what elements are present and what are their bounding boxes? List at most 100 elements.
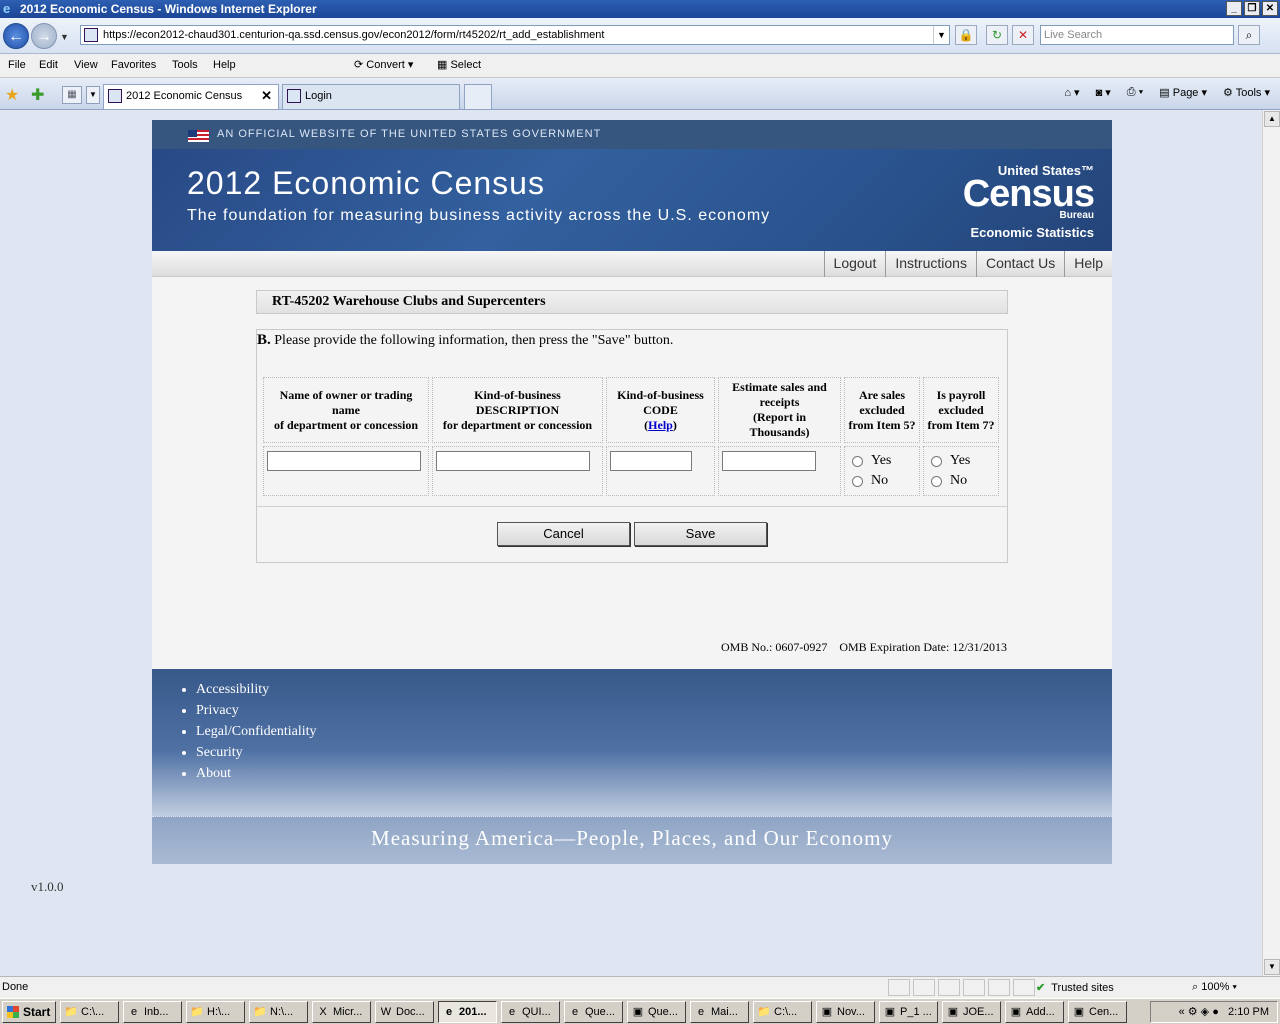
zoom-label: 100% — [1201, 981, 1230, 993]
footer-link-accessibility[interactable]: Accessibility — [196, 679, 317, 700]
sales-excluded-yes[interactable]: Yes — [848, 451, 916, 471]
page-menu[interactable]: ▤ Page ▾ — [1159, 86, 1207, 99]
close-tab-icon[interactable]: ✕ — [261, 85, 272, 107]
print-icon[interactable]: ⎙ ▾ — [1127, 86, 1143, 99]
owner-name-input[interactable] — [267, 451, 421, 471]
menu-help[interactable]: Help — [213, 59, 236, 71]
footer-link-security[interactable]: Security — [196, 742, 317, 763]
payroll-excluded-yes[interactable]: Yes — [927, 451, 995, 471]
convert-button[interactable]: ⟳ Convert ▾ — [354, 58, 413, 71]
taskbar-item[interactable]: ▣ Add... — [1005, 1000, 1064, 1023]
nav-help[interactable]: Help — [1064, 251, 1112, 277]
scroll-up-icon[interactable]: ▲ — [1264, 111, 1280, 127]
col-sales: Estimate sales and receipts (Report in T… — [718, 377, 841, 443]
menu-favorites[interactable]: Favorites — [111, 59, 156, 71]
col-header-text: from Item 5? — [848, 417, 916, 432]
radio-icon[interactable] — [931, 475, 942, 487]
forward-button[interactable]: → — [31, 23, 57, 49]
word-icon: W — [380, 1005, 392, 1018]
stop-button[interactable]: ✕ — [1012, 25, 1034, 45]
section-letter: B. — [257, 332, 271, 348]
taskbar-item[interactable]: 📁 H:\... — [186, 1000, 245, 1023]
census-bureau-logo: United States™ Census Bureau Economic St… — [963, 163, 1095, 240]
footer-link-privacy[interactable]: Privacy — [196, 700, 317, 721]
omb-expiration: OMB Expiration Date: 12/31/2013 — [839, 640, 1007, 654]
convert-label: Convert — [366, 59, 405, 71]
nav-instructions[interactable]: Instructions — [885, 251, 976, 277]
new-tab-button[interactable] — [464, 84, 492, 109]
menu-edit[interactable]: Edit — [39, 59, 58, 71]
search-go-button[interactable]: ⌕ — [1238, 25, 1260, 45]
taskbar-item[interactable]: ▣ JOE... — [942, 1000, 1001, 1023]
taskbar-item[interactable]: ▣ Nov... — [816, 1000, 875, 1023]
footer-link-about[interactable]: About — [196, 763, 317, 784]
status-pane — [963, 979, 985, 996]
taskbar-item[interactable]: W Doc... — [375, 1000, 434, 1023]
taskbar-item[interactable]: X Micr... — [312, 1000, 371, 1023]
lock-icon[interactable]: 🔒 — [955, 25, 977, 45]
taskbar-item-label: Micr... — [333, 1005, 363, 1018]
tools-menu[interactable]: ⚙ Tools ▾ — [1223, 86, 1270, 99]
radio-icon[interactable] — [852, 455, 863, 467]
menu-file[interactable]: File — [8, 59, 26, 71]
favorites-star-icon[interactable]: ★ — [5, 85, 19, 105]
home-icon[interactable]: ⌂ ▾ — [1064, 86, 1079, 99]
radio-icon[interactable] — [852, 475, 863, 487]
taskbar-item-active[interactable]: e 201... — [438, 1000, 497, 1023]
select-button[interactable]: ▦ Select — [437, 58, 481, 71]
radio-icon[interactable] — [931, 455, 942, 467]
kob-code-input[interactable] — [610, 451, 692, 471]
site-favicon-icon — [84, 28, 98, 42]
restore-button[interactable]: ❐ — [1244, 1, 1260, 16]
footer-link-legal[interactable]: Legal/Confidentiality — [196, 721, 317, 742]
start-button[interactable]: Start — [2, 1000, 56, 1023]
tray-icons[interactable]: « ⚙ ◈ ● — [1179, 1006, 1225, 1018]
app-icon: ▣ — [632, 1005, 644, 1018]
nav-logout[interactable]: Logout — [823, 251, 886, 277]
payroll-excluded-no[interactable]: No — [927, 471, 995, 491]
address-dropdown-icon[interactable]: ▼ — [933, 26, 949, 44]
taskbar-item[interactable]: e Mai... — [690, 1000, 749, 1023]
taskbar-item[interactable]: 📁 C:\... — [60, 1000, 119, 1023]
tab-economic-census[interactable]: 2012 Economic Census ✕ — [103, 84, 279, 109]
minimize-button[interactable]: _ — [1226, 1, 1242, 16]
taskbar-item[interactable]: e Que... — [564, 1000, 623, 1023]
taskbar-item[interactable]: ▣ Que... — [627, 1000, 686, 1023]
app-icon: ▣ — [1073, 1005, 1085, 1018]
kob-help-link[interactable]: Help — [648, 418, 673, 432]
taskbar-item[interactable]: ▣ P_1 ... — [879, 1000, 938, 1023]
refresh-button[interactable]: ↻ — [986, 25, 1008, 45]
site-title: 2012 Economic Census — [187, 165, 545, 201]
taskbar-item[interactable]: 📁 N:\... — [249, 1000, 308, 1023]
nav-contact-us[interactable]: Contact Us — [975, 251, 1064, 277]
quick-tabs-icon[interactable]: ▦ — [62, 86, 82, 104]
excel-icon: X — [319, 1005, 327, 1018]
taskbar-item[interactable]: 📁 C:\... — [753, 1000, 812, 1023]
history-dropdown-icon[interactable]: ▼ — [60, 32, 69, 42]
cancel-button[interactable]: Cancel — [497, 522, 630, 546]
add-favorite-icon[interactable]: ✚ — [31, 85, 44, 105]
back-button[interactable]: ← — [3, 23, 29, 49]
taskbar-item[interactable]: ▣ Cen... — [1068, 1000, 1127, 1023]
menu-tools[interactable]: Tools — [172, 59, 198, 71]
menu-view[interactable]: View — [74, 59, 98, 71]
form-divider — [257, 506, 1007, 507]
sales-excluded-no[interactable]: No — [848, 471, 916, 491]
vertical-scrollbar[interactable]: ▲ ▼ — [1262, 110, 1280, 976]
sales-input[interactable] — [722, 451, 816, 471]
search-input[interactable]: Live Search — [1040, 25, 1234, 45]
tab-login[interactable]: Login — [282, 84, 460, 109]
tools-menu-label: Tools — [1235, 87, 1262, 99]
kob-description-input[interactable] — [436, 451, 590, 471]
close-window-button[interactable]: ✕ — [1262, 1, 1278, 16]
taskbar-item[interactable]: e QUI... — [501, 1000, 560, 1023]
taskbar-item[interactable]: e Inb... — [123, 1000, 182, 1023]
scroll-down-icon[interactable]: ▼ — [1264, 959, 1280, 975]
feeds-icon[interactable]: ◙ ▾ — [1096, 86, 1111, 99]
ie-icon: e — [508, 1005, 516, 1018]
zoom-level[interactable]: ⌕ 100% ▾ — [1192, 981, 1237, 994]
tab-list-dropdown-icon[interactable]: ▼ — [86, 86, 100, 104]
address-bar[interactable]: https://econ2012-chaud301.centurion-qa.s… — [80, 25, 950, 45]
security-zone[interactable]: ✔ Trusted sites — [1036, 981, 1114, 994]
save-button[interactable]: Save — [634, 522, 767, 546]
